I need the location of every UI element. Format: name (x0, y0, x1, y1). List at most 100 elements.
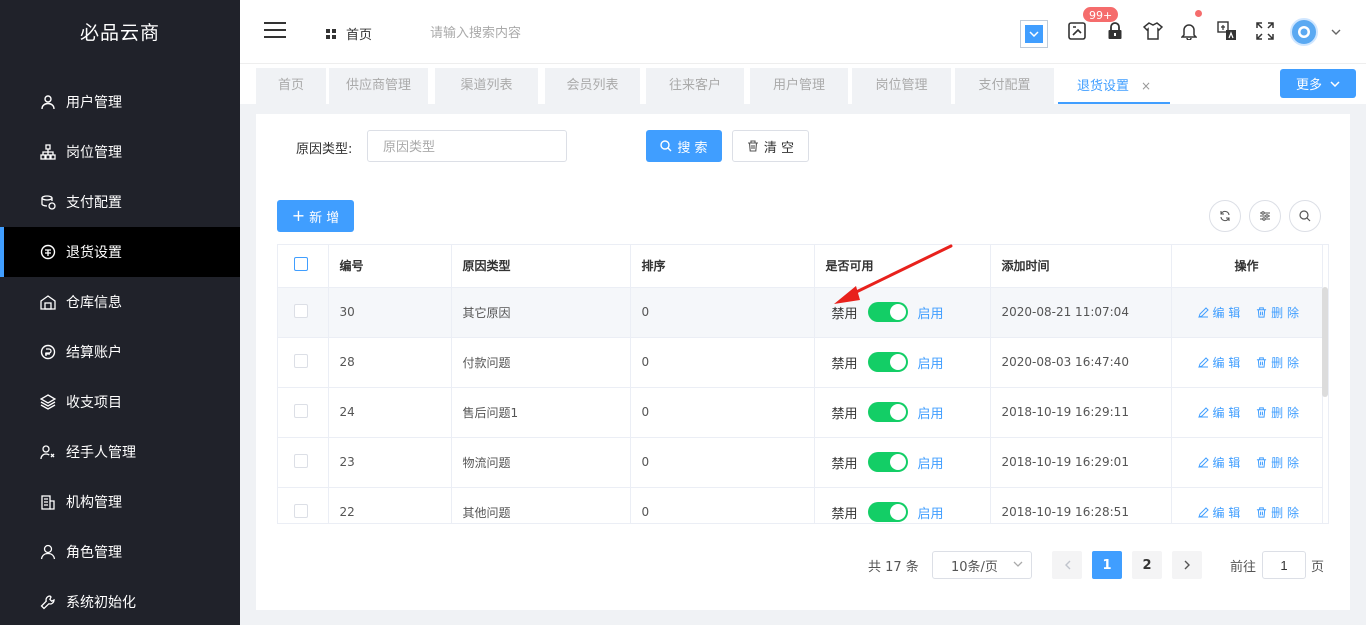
table-row[interactable]: 28 付款问题 0 禁用 启用 2020-08-03 16:47:40 编 辑 删… (278, 337, 1323, 388)
enabled-switch[interactable] (867, 452, 908, 472)
cell-sort: 0 (630, 437, 815, 488)
edit-button[interactable]: 编 辑 (1197, 404, 1240, 421)
tab-position-management[interactable]: 岗位管理 (852, 68, 951, 104)
cell-id: 24 (328, 387, 452, 438)
top-header: 首页 99+ (240, 0, 1366, 64)
delete-button[interactable]: 删 除 (1256, 504, 1299, 521)
reason-type-input[interactable] (367, 130, 567, 162)
col-reason-type[interactable]: 原因类型 (451, 245, 631, 288)
sidebar-item-return-settings[interactable]: 退货设置 (0, 227, 240, 277)
sidebar-item-label: 结算账户 (66, 345, 122, 361)
enabled-switch[interactable] (867, 402, 908, 422)
delete-button[interactable]: 删 除 (1256, 354, 1299, 371)
sidebar-item-roles[interactable]: 角色管理 (0, 527, 240, 577)
prev-page-button[interactable] (1052, 551, 1082, 579)
tab-home[interactable]: 首页 (256, 68, 326, 104)
sidebar-item-label: 机构管理 (66, 495, 122, 511)
message-icon[interactable] (1066, 20, 1088, 42)
refresh-icon[interactable] (1209, 200, 1241, 232)
sidebar-item-organization[interactable]: 机构管理 (0, 477, 240, 527)
delete-label: 删 除 (1271, 405, 1299, 420)
delete-label: 删 除 (1271, 455, 1299, 470)
sidebar-item-system-init[interactable]: 系统初始化 (0, 577, 240, 625)
tab-members[interactable]: 会员列表 (545, 68, 640, 104)
next-page-button[interactable] (1172, 551, 1202, 579)
tab-user-management[interactable]: 用户管理 (750, 68, 848, 104)
fullscreen-icon[interactable] (1254, 20, 1276, 42)
lock-icon[interactable] (1104, 20, 1126, 42)
page-size-value: 10条/页 (951, 559, 998, 575)
table-row[interactable]: 23 物流问题 0 禁用 启用 2018-10-19 16:29:01 编 辑 删… (278, 437, 1323, 488)
chevron-down-icon (1013, 561, 1023, 567)
row-checkbox[interactable] (294, 303, 308, 318)
edit-button[interactable]: 编 辑 (1197, 504, 1240, 521)
edit-label: 编 辑 (1212, 355, 1241, 370)
column-settings-icon[interactable] (1249, 200, 1281, 232)
table-row[interactable]: 24 售后问题1 0 禁用 启用 2018-10-19 16:29:11 编 辑 … (278, 387, 1323, 438)
add-button[interactable]: + 新 增 (277, 200, 354, 232)
delete-label: 删 除 (1271, 305, 1299, 320)
page-tabs: 首页 供应商管理 渠道列表 会员列表 往来客户 用户管理 岗位管理 支付配置 退… (240, 64, 1366, 104)
close-icon[interactable]: × (1141, 79, 1151, 93)
delete-button[interactable]: 删 除 (1256, 454, 1299, 471)
menu-toggle-icon[interactable] (264, 22, 286, 40)
clear-button[interactable]: 清 空 (732, 130, 809, 162)
goto-label: 前往 (1230, 559, 1257, 575)
search-button[interactable]: 搜 索 (646, 130, 722, 162)
tab-channels[interactable]: 渠道列表 (435, 68, 538, 104)
row-checkbox[interactable] (294, 353, 308, 368)
col-sort[interactable]: 排序 (630, 245, 815, 288)
warehouse-icon (40, 294, 56, 310)
sidebar-item-users[interactable]: 用户管理 (0, 77, 240, 127)
row-checkbox[interactable] (294, 403, 308, 418)
goto-page-input[interactable] (1262, 551, 1306, 579)
col-id[interactable]: 编号 (328, 245, 452, 288)
sidebar-item-payment[interactable]: 支付配置 (0, 177, 240, 227)
chevron-down-icon (1330, 80, 1340, 87)
enabled-switch[interactable] (867, 302, 908, 322)
table-scrollbar[interactable] (1322, 287, 1328, 397)
sidebar-item-handler[interactable]: 经手人管理 (0, 427, 240, 477)
sidebar-item-warehouse[interactable]: 仓库信息 (0, 277, 240, 327)
page-suffix: 页 (1311, 559, 1325, 575)
handler-icon (40, 444, 56, 460)
tab-suppliers[interactable]: 供应商管理 (329, 68, 428, 104)
dropdown-select-icon[interactable] (1020, 20, 1048, 48)
sidebar-item-label: 仓库信息 (66, 295, 122, 311)
sidebar-item-income-expense[interactable]: 收支项目 (0, 377, 240, 427)
cell-actions: 编 辑 删 除 (1171, 437, 1323, 488)
page-size-select[interactable]: 10条/页 (932, 551, 1032, 579)
col-created-time[interactable]: 添加时间 (990, 245, 1172, 288)
row-checkbox[interactable] (294, 503, 308, 518)
edit-icon (1197, 406, 1209, 418)
page-1-button[interactable]: 1 (1092, 551, 1122, 579)
enabled-switch[interactable] (867, 502, 908, 522)
select-all-checkbox[interactable] (294, 257, 308, 272)
home-link[interactable]: 首页 (326, 24, 372, 43)
user-avatar[interactable] (1290, 18, 1318, 46)
edit-button[interactable]: 编 辑 (1197, 354, 1241, 371)
theme-shirt-icon[interactable] (1142, 20, 1164, 42)
col-enabled[interactable]: 是否可用 (814, 245, 991, 288)
bell-icon[interactable] (1178, 20, 1200, 42)
translate-icon[interactable] (1216, 20, 1238, 42)
more-tabs-button[interactable]: 更多 (1280, 69, 1356, 98)
edit-button[interactable]: 编 辑 (1197, 454, 1240, 471)
tab-customers[interactable]: 往来客户 (646, 68, 744, 104)
sidebar-item-positions[interactable]: 岗位管理 (0, 127, 240, 177)
sidebar-item-settlement[interactable]: 结算账户 (0, 327, 240, 377)
edit-button[interactable]: 编 辑 (1197, 304, 1240, 321)
table-row[interactable]: 22 其他问题 0 禁用 启用 2018-10-19 16:28:51 编 辑 删… (278, 487, 1323, 523)
chevron-down-icon[interactable] (1330, 26, 1342, 38)
delete-button[interactable]: 删 除 (1256, 304, 1299, 321)
page-2-button[interactable]: 2 (1132, 551, 1162, 579)
cell-reason: 物流问题 (451, 437, 631, 488)
row-checkbox[interactable] (294, 453, 308, 468)
enabled-switch[interactable] (867, 352, 908, 372)
table-row[interactable]: 30 其它原因 0 禁用 启用 2020-08-21 11:07:04 编 辑 删… (278, 287, 1323, 338)
global-search-input[interactable] (430, 18, 730, 46)
delete-button[interactable]: 删 除 (1256, 404, 1299, 421)
tab-return-settings[interactable]: 退货设置 × (1058, 68, 1170, 104)
search-toggle-icon[interactable] (1289, 200, 1321, 232)
tab-payment-config[interactable]: 支付配置 (955, 68, 1054, 104)
